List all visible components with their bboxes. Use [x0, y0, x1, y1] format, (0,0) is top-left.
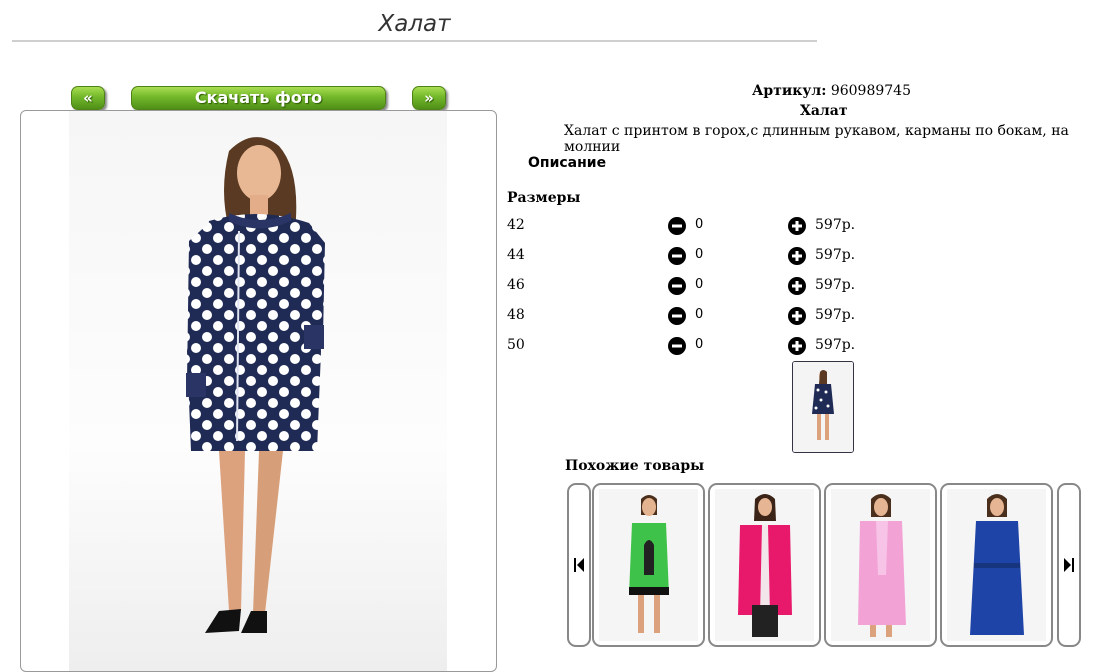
- price-value: 597р.: [815, 277, 856, 293]
- quantity-value: 0: [695, 217, 704, 232]
- description-link[interactable]: Описание: [528, 155, 606, 171]
- plus-icon[interactable]: [788, 307, 806, 325]
- minus-icon[interactable]: [668, 307, 686, 325]
- article-label: Артикул:: [752, 83, 827, 99]
- plus-icon[interactable]: [788, 217, 806, 235]
- quantity-value: 0: [695, 307, 704, 322]
- article-value: 960989745: [830, 83, 911, 99]
- size-value: 44: [507, 247, 525, 263]
- similar-item[interactable]: [708, 483, 821, 647]
- plus-icon[interactable]: [788, 247, 806, 265]
- product-name: Халат: [800, 103, 848, 119]
- minus-icon[interactable]: [668, 337, 686, 355]
- plus-icon[interactable]: [788, 277, 806, 295]
- skip-forward-icon: [1064, 558, 1074, 572]
- download-photo-button[interactable]: Скачать фото: [131, 86, 386, 110]
- next-photo-button[interactable]: »: [412, 86, 446, 110]
- size-value: 42: [507, 217, 525, 233]
- thumbnail-robe-image: [793, 362, 853, 452]
- price-value: 597р.: [815, 337, 856, 353]
- quantity-value: 0: [695, 247, 704, 262]
- model-in-polka-dot-robe: [186, 137, 325, 633]
- size-row: 46 0 597р.: [507, 277, 867, 297]
- size-row: 50 0 597р.: [507, 337, 867, 357]
- main-product-photo: [20, 110, 497, 672]
- size-row: 42 0 597р.: [507, 217, 867, 237]
- carousel-next-button[interactable]: [1057, 483, 1081, 647]
- size-value: 50: [507, 337, 525, 353]
- minus-icon[interactable]: [668, 217, 686, 235]
- minus-icon[interactable]: [668, 247, 686, 265]
- size-row: 44 0 597р.: [507, 247, 867, 267]
- blue-robe-thumbnail: [947, 489, 1046, 641]
- size-row: 48 0 597р.: [507, 307, 867, 327]
- sizes-label: Размеры: [507, 190, 581, 206]
- green-dress-thumbnail: [599, 489, 698, 641]
- quantity-value: 0: [695, 337, 704, 352]
- page-title: Халат: [12, 8, 817, 42]
- price-value: 597р.: [815, 247, 856, 263]
- minus-icon[interactable]: [668, 277, 686, 295]
- similar-item[interactable]: [824, 483, 937, 647]
- skip-back-icon: [574, 558, 584, 572]
- size-value: 48: [507, 307, 525, 323]
- product-description: Халат с принтом в горох,с длинным рукаво…: [564, 123, 1069, 155]
- similar-products-label: Похожие товары: [565, 458, 705, 474]
- similar-item[interactable]: [592, 483, 705, 647]
- prev-photo-button[interactable]: «: [71, 86, 105, 110]
- pink-vest-thumbnail: [715, 489, 814, 641]
- light-pink-robe-thumbnail: [831, 489, 930, 641]
- quantity-value: 0: [695, 277, 704, 292]
- price-value: 597р.: [815, 217, 856, 233]
- similar-item[interactable]: [940, 483, 1053, 647]
- size-value: 46: [507, 277, 525, 293]
- plus-icon[interactable]: [788, 337, 806, 355]
- product-thumbnail[interactable]: [792, 361, 854, 453]
- price-value: 597р.: [815, 307, 856, 323]
- article: Артикул: 960989745: [752, 83, 911, 99]
- carousel-prev-button[interactable]: [567, 483, 591, 647]
